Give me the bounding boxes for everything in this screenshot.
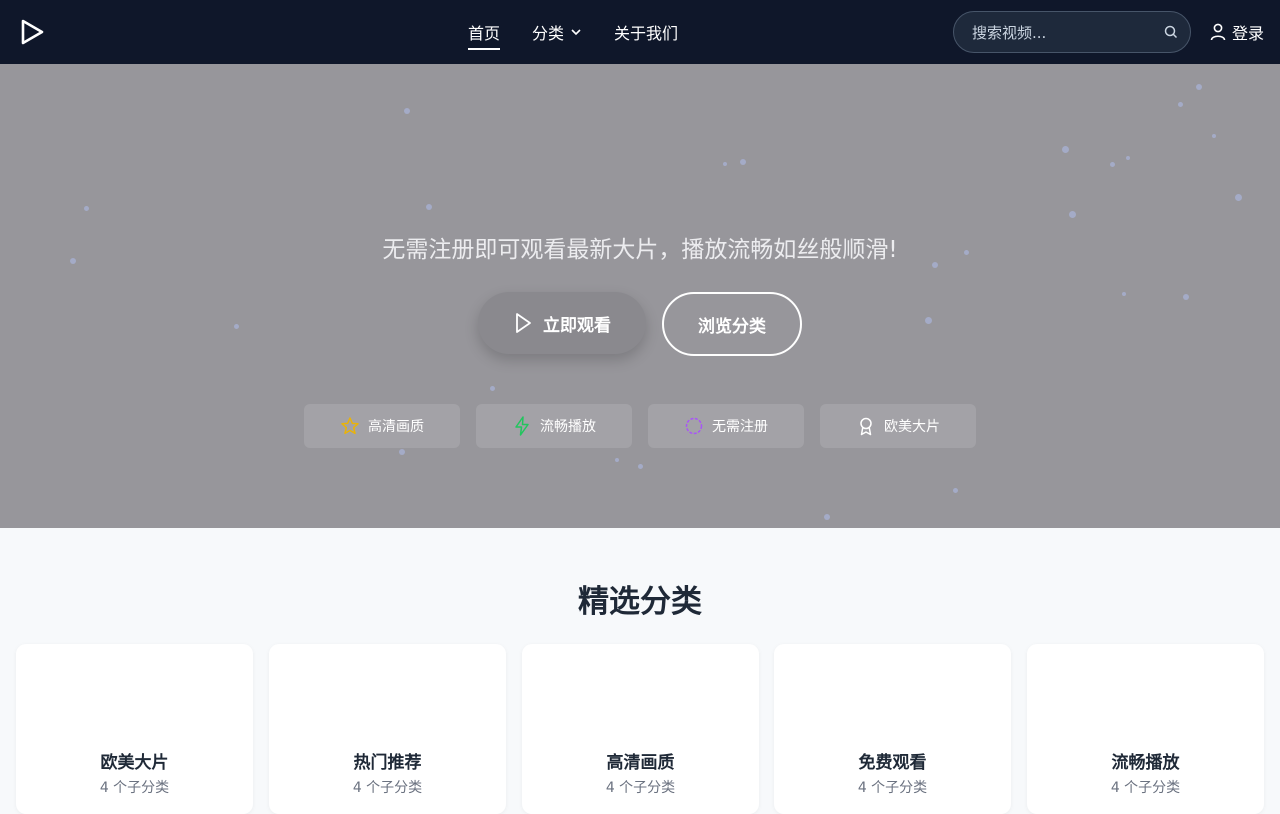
- particle-dot: [638, 464, 643, 469]
- login-button[interactable]: 登录: [1210, 20, 1264, 44]
- particle-dot: [615, 458, 619, 462]
- category-subtitle: 4 个子分类: [857, 780, 928, 796]
- category-title: 欧美大片: [100, 753, 169, 773]
- particle-dot: [399, 449, 405, 455]
- feature-western: 欧美大片: [820, 404, 976, 448]
- feature-no-register: 无需注册: [648, 404, 804, 448]
- particle-dot: [1212, 134, 1216, 138]
- category-title: 热门推荐: [353, 753, 422, 773]
- section-title: 精选分类: [578, 584, 702, 620]
- category-card[interactable]: 热门推荐 4 个子分类: [269, 644, 506, 814]
- feature-hd: 高清画质: [304, 404, 460, 448]
- feature-smooth: 流畅播放: [476, 404, 632, 448]
- category-title: 流畅播放: [1111, 753, 1180, 773]
- feature-label: 流畅播放: [540, 419, 596, 435]
- search-icon[interactable]: [1164, 25, 1178, 39]
- particle-dot: [1235, 194, 1242, 201]
- category-title: 免费观看: [858, 753, 927, 773]
- lightning-icon: [515, 416, 529, 436]
- particle-dot: [426, 204, 432, 210]
- category-card[interactable]: 免费观看 4 个子分类: [774, 644, 1011, 814]
- category-card[interactable]: 高清画质 4 个子分类: [522, 644, 759, 814]
- browse-categories-button[interactable]: 浏览分类: [662, 292, 802, 356]
- chevron-down-icon: [571, 29, 581, 36]
- search-input[interactable]: [970, 12, 1154, 54]
- top-navbar: 首页 分类 关于我们 登录: [0, 0, 1280, 64]
- particle-dot: [1178, 102, 1183, 107]
- nav-about[interactable]: 关于我们: [614, 20, 678, 44]
- star-icon: [341, 417, 359, 435]
- particle-dot: [740, 159, 746, 165]
- particle-dot: [824, 514, 830, 520]
- particle-dot: [953, 488, 958, 493]
- award-icon: [860, 417, 872, 436]
- nav-home[interactable]: 首页: [468, 20, 501, 50]
- user-icon: [1210, 23, 1226, 41]
- play-icon: [516, 313, 531, 333]
- particle-dot: [404, 108, 410, 114]
- watch-now-button[interactable]: 立即观看: [478, 292, 646, 354]
- category-subtitle: 4 个子分类: [605, 780, 676, 796]
- category-card[interactable]: 流畅播放 4 个子分类: [1027, 644, 1264, 814]
- category-subtitle: 4 个子分类: [352, 780, 423, 796]
- watch-now-label: 立即观看: [543, 315, 611, 336]
- particle-dot: [1126, 156, 1130, 160]
- particle-dot: [1110, 162, 1115, 167]
- particle-dot: [1122, 292, 1126, 296]
- particle-dot: [723, 162, 727, 166]
- category-card[interactable]: 欧美大片 4 个子分类: [16, 644, 253, 814]
- feature-label: 高清画质: [368, 419, 424, 435]
- main-nav: 首页 分类 关于我们: [468, 0, 678, 64]
- hero-banner: 无需注册即可观看最新大片，播放流畅如丝般顺滑! 立即观看 浏览分类 高清画质 流…: [0, 64, 1280, 528]
- search-box: [953, 11, 1191, 54]
- feature-label: 欧美大片: [884, 419, 940, 435]
- play-logo-icon[interactable]: [18, 18, 46, 46]
- category-subtitle: 4 个子分类: [1110, 780, 1181, 796]
- login-label: 登录: [1232, 24, 1265, 43]
- particle-dot: [925, 317, 932, 324]
- particle-dot: [84, 206, 89, 211]
- particle-dot: [234, 324, 239, 329]
- feature-label: 无需注册: [712, 419, 768, 435]
- hero-tagline: 无需注册即可观看最新大片，播放流畅如丝般顺滑!: [382, 237, 898, 263]
- nav-categories[interactable]: 分类: [532, 20, 582, 44]
- particle-dot: [1062, 146, 1069, 153]
- category-subtitle: 4 个子分类: [99, 780, 170, 796]
- particle-dot: [1196, 84, 1202, 90]
- circle-icon: [685, 417, 703, 435]
- particle-dot: [1183, 294, 1189, 300]
- nav-categories-label: 分类: [532, 24, 565, 43]
- particle-dot: [1069, 211, 1076, 218]
- category-title: 高清画质: [606, 753, 675, 773]
- particle-dot: [490, 386, 495, 391]
